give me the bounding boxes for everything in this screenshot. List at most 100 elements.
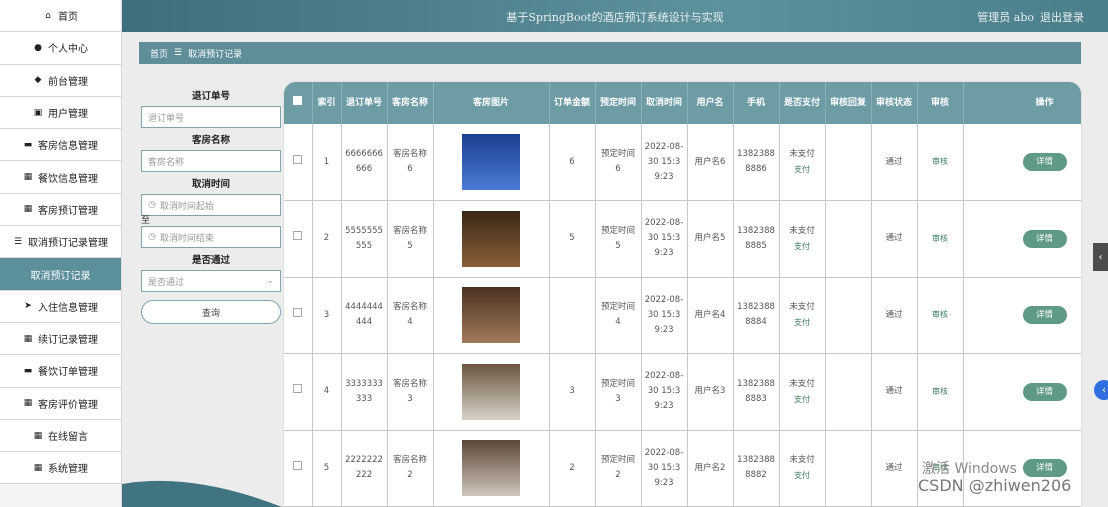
- sidebar: ⌂ 首页 ● 个人中心 ◆ 前台管理 ▣ 用户管理 ▬ 客房信息管理 ▦ 餐饮信息管理 ▦ 客房预订管理 ☰…: [0, 0, 122, 507]
- room-image: [462, 363, 520, 420]
- sidebar-item[interactable]: ▦ 在线留言: [0, 419, 121, 453]
- sidebar-item[interactable]: ▣ 用户管理: [0, 96, 121, 130]
- detail-button[interactable]: 详情: [1022, 306, 1067, 325]
- cell-room: 客房名称4: [387, 277, 434, 354]
- cell-status: 通过: [871, 353, 918, 431]
- cell-index: 3: [312, 277, 342, 354]
- detail-button[interactable]: 详情: [1022, 229, 1067, 248]
- pay-link[interactable]: 支付: [783, 392, 822, 407]
- table-row: 2 5555555555 客房名称5 5 预定时间5 2022-08-30 15:39:2…: [284, 200, 1081, 278]
- cell-status: 通过: [871, 124, 918, 201]
- sidebar-item[interactable]: ▦ 客房评价管理: [0, 387, 121, 420]
- column-header: 审核回复: [825, 82, 872, 124]
- audit-link[interactable]: 审核: [932, 234, 948, 243]
- order-no-input[interactable]: 退订单号: [141, 106, 281, 128]
- row-checkbox[interactable]: [293, 231, 303, 241]
- action-cell: 详情: [963, 353, 1081, 431]
- cell-user: 用户名6: [687, 124, 734, 201]
- room-name-placeholder: 客房名称: [148, 157, 185, 168]
- detail-button[interactable]: 详情: [1022, 382, 1067, 401]
- cell-index: 5: [312, 430, 342, 507]
- audit-link[interactable]: 审核: [932, 387, 948, 396]
- row-checkbox[interactable]: [293, 154, 303, 164]
- row-checkbox[interactable]: [293, 384, 303, 394]
- sidebar-item-label: 系统管理: [48, 464, 88, 476]
- cell-user: 用户名3: [687, 353, 734, 431]
- logout-link[interactable]: 退出登录: [1040, 9, 1084, 25]
- table-row: 4 3333333333 客房名称3 3 预定时间3 2022-08-30 15:39:2…: [284, 353, 1081, 431]
- detail-button[interactable]: 详情: [1022, 153, 1067, 171]
- grid-icon: ▦: [33, 462, 43, 473]
- sidebar-item[interactable]: 取消预订记录: [0, 258, 121, 291]
- sidebar-item-label: 用户管理: [48, 109, 88, 121]
- cell-reply: [825, 124, 872, 201]
- sidebar-item[interactable]: ▦ 餐饮信息管理: [0, 161, 121, 194]
- chevron-down-icon: ⌄: [266, 276, 274, 286]
- room-name-input[interactable]: 客房名称: [141, 150, 281, 172]
- admin-user-label[interactable]: 管理员 abo: [977, 9, 1034, 25]
- sidebar-item[interactable]: ➤ 入住信息管理: [0, 290, 121, 323]
- column-header: 操作: [963, 82, 1081, 124]
- room-image: [462, 287, 520, 344]
- breadcrumb-home[interactable]: 首页: [150, 47, 168, 60]
- room-image-cell: [433, 353, 550, 431]
- side-collapse-handle[interactable]: ‹: [1093, 243, 1108, 271]
- passed-select[interactable]: 是否通过 ⌄: [141, 270, 281, 292]
- breadcrumb: 首页 ☰ 取消预订记录: [139, 42, 1081, 64]
- room-image-cell: [433, 277, 550, 354]
- pay-link[interactable]: 支付: [783, 239, 822, 254]
- sidebar-item[interactable]: ▦ 续订记录管理: [0, 322, 121, 356]
- grid-icon: ▦: [23, 333, 33, 344]
- sidebar-item[interactable]: ▦ 系统管理: [0, 452, 121, 485]
- cancel-time-start-input[interactable]: ◷ 取消时间起始: [141, 194, 281, 216]
- sidebar-item-label: 在线留言: [48, 432, 88, 443]
- cell-cancel: 2022-08-30 15:39:23: [641, 353, 688, 431]
- sidebar-item[interactable]: ● 个人中心: [0, 32, 121, 65]
- sidebar-item[interactable]: ▦ 客房预订管理: [0, 193, 121, 227]
- passed-placeholder: 是否通过: [148, 277, 185, 288]
- room-image: [462, 440, 520, 497]
- cell-amount: [549, 277, 596, 354]
- cell-reply: [825, 200, 872, 278]
- select-all-checkbox[interactable]: [293, 96, 303, 105]
- cell-phone: 13823888882: [733, 430, 780, 507]
- sidebar-item[interactable]: ☰ 取消预订记录管理: [0, 226, 121, 259]
- cell-order-no: 2222222222: [341, 430, 388, 507]
- csdn-watermark: CSDN @zhiwen206: [918, 476, 1072, 495]
- sidebar-item[interactable]: ▬ 餐饮订单管理: [0, 355, 121, 388]
- cell-room: 客房名称2: [387, 430, 434, 507]
- sidebar-item[interactable]: ◆ 前台管理: [0, 64, 121, 97]
- check-box-icon: ▣: [33, 107, 43, 118]
- sidebar-item[interactable]: ▬ 客房信息管理: [0, 129, 121, 162]
- sidebar-item-label: 前台管理: [48, 76, 88, 88]
- column-header[interactable]: [284, 82, 313, 124]
- comment-icon: ▬: [23, 139, 33, 150]
- audit-link[interactable]: 审核: [932, 157, 948, 166]
- row-checkbox[interactable]: [293, 307, 303, 317]
- column-header: 索引: [312, 82, 342, 124]
- query-button[interactable]: 查询: [141, 300, 281, 324]
- audit-cell: 审核: [917, 277, 964, 354]
- sidebar-item[interactable]: ⌂ 首页: [0, 0, 121, 33]
- pay-link[interactable]: 支付: [783, 315, 822, 330]
- order-no-placeholder: 退订单号: [148, 113, 185, 124]
- pay-link[interactable]: 支付: [783, 162, 822, 177]
- column-header: 客房图片: [433, 82, 550, 124]
- cell-reply: [825, 353, 872, 431]
- detail-button[interactable]: 详情: [1022, 459, 1067, 478]
- breadcrumb-separator-icon: ☰: [174, 48, 183, 58]
- row-checkbox[interactable]: [293, 460, 303, 470]
- cell-status: 通过: [871, 277, 918, 354]
- room-image: [462, 134, 520, 190]
- clock-icon: ◷: [148, 200, 156, 210]
- audit-link[interactable]: 审核: [932, 310, 948, 319]
- cell-cancel: 2022-08-30 15:39:23: [641, 200, 688, 278]
- user-icon: ●: [34, 42, 42, 53]
- cancel-time-end-input[interactable]: ◷ 取消时间结束: [141, 226, 281, 248]
- cell-phone: 13823888883: [733, 353, 780, 431]
- user-area: 管理员 abo 退出登录: [977, 9, 1084, 25]
- pay-link[interactable]: 支付: [783, 468, 822, 483]
- cell-index: 4: [312, 353, 342, 431]
- float-toggle-button[interactable]: ‹: [1094, 380, 1108, 400]
- sidebar-item-label: 客房预订管理: [38, 205, 98, 217]
